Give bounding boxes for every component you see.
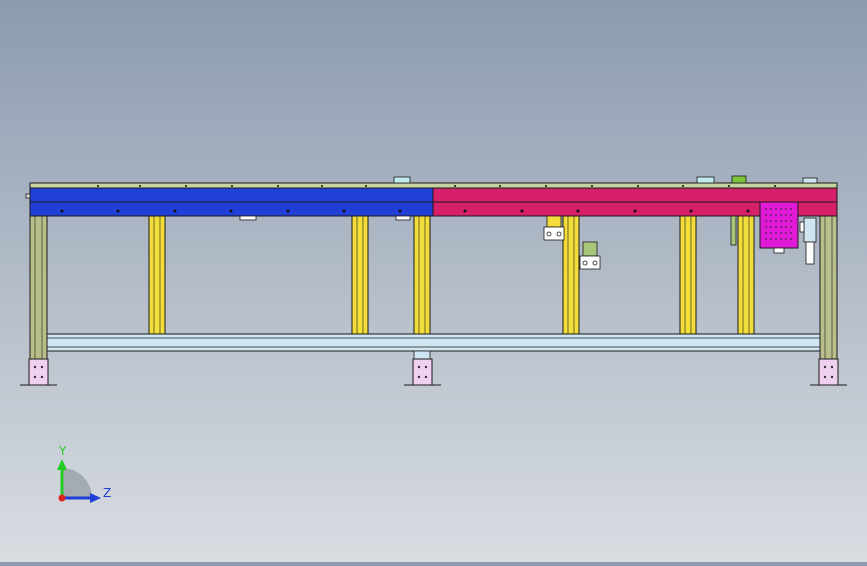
leg-4 <box>562 215 580 335</box>
feet[interactable] <box>28 358 839 386</box>
leg-1 <box>148 215 166 335</box>
leg-5 <box>679 215 697 335</box>
leg-6 <box>737 215 755 335</box>
conveyor-right-upper <box>432 187 838 203</box>
top-fitting-2 <box>696 176 715 184</box>
right-upright <box>819 215 838 360</box>
left-end-cap <box>25 193 31 199</box>
z-axis-arrow <box>90 493 101 503</box>
graphics-viewport[interactable]: Y Z <box>0 0 867 562</box>
support-legs[interactable] <box>148 215 755 335</box>
conveyor-assembly[interactable] <box>25 175 838 217</box>
foot-bolts <box>33 365 834 379</box>
top-fitting-3 <box>731 175 747 184</box>
foot-right <box>818 358 839 386</box>
y-axis-label: Y <box>58 444 67 458</box>
model-view[interactable]: Y Z <box>0 0 867 562</box>
center-post <box>413 350 431 360</box>
lower-rail-body <box>46 333 821 352</box>
foot-left <box>28 358 49 386</box>
hanging-bracket <box>239 215 411 221</box>
triad-quarter-disc <box>62 468 92 498</box>
conveyor-left-upper <box>29 187 434 203</box>
leg-2 <box>351 215 369 335</box>
gripper-1[interactable] <box>543 215 565 241</box>
gripper-2[interactable] <box>579 241 601 270</box>
x-axis-dot <box>58 494 66 502</box>
y-axis-arrow <box>57 459 67 470</box>
left-upright <box>29 215 48 360</box>
leg-grooves <box>153 216 750 334</box>
leg-3 <box>413 215 431 335</box>
top-fitting-1 <box>393 176 411 184</box>
lower-rail[interactable] <box>46 333 821 360</box>
top-strip <box>29 182 838 189</box>
coordinate-triad[interactable]: Y Z <box>57 444 111 503</box>
top-fitting-4 <box>802 177 818 184</box>
foot-center <box>412 358 433 386</box>
cylinder-actuator[interactable] <box>799 217 817 265</box>
conveyor-left-lower <box>29 201 434 217</box>
z-axis-label: Z <box>103 486 111 500</box>
